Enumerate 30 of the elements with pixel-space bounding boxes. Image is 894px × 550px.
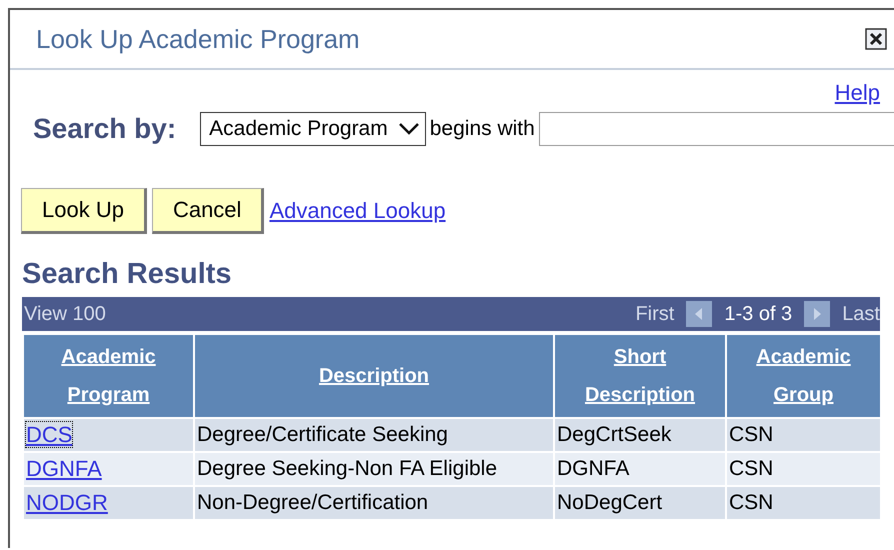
table-cell: NoDegCert [554, 486, 726, 520]
table-cell: CSN [726, 418, 881, 452]
first-label[interactable]: First [635, 302, 674, 326]
search-field-dropdown[interactable]: Academic Program [200, 112, 426, 146]
column-header[interactable]: Academic Program [23, 334, 194, 418]
table-cell: Degree/Certificate Seeking [194, 418, 554, 452]
table-cell: DegCrtSeek [554, 418, 726, 452]
view-all-label[interactable]: View 100 [24, 302, 106, 326]
program-link[interactable]: DCS [26, 422, 72, 447]
page-range: 1-3 of 3 [724, 302, 792, 326]
table-cell: CSN [726, 452, 881, 486]
table-cell: Non-Degree/Certification [194, 486, 554, 520]
table-cell: DGNFA [554, 452, 726, 486]
section-heading: Search Results [22, 258, 233, 291]
window-title: Look Up Academic Program [36, 24, 360, 54]
close-icon[interactable] [865, 28, 887, 50]
table-cell: CSN [726, 486, 881, 520]
action-button[interactable]: Cancel [152, 188, 264, 234]
action-button[interactable]: Look Up [21, 188, 147, 234]
column-header[interactable]: Description [194, 334, 554, 418]
advanced-lookup-link[interactable]: Advanced Lookup [269, 198, 446, 224]
table-cell: Degree Seeking-Non FA Eligible [194, 452, 554, 486]
operator-label: begins with [430, 117, 535, 141]
chevron-down-icon [398, 122, 420, 136]
last-label[interactable]: Last [842, 302, 880, 326]
help-link[interactable]: Help [834, 80, 880, 106]
search-by-label: Search by: [33, 113, 176, 145]
search-input-field[interactable] [538, 112, 894, 146]
column-header[interactable]: Academic Group [726, 334, 881, 418]
column-header[interactable]: Short Description [554, 334, 726, 418]
